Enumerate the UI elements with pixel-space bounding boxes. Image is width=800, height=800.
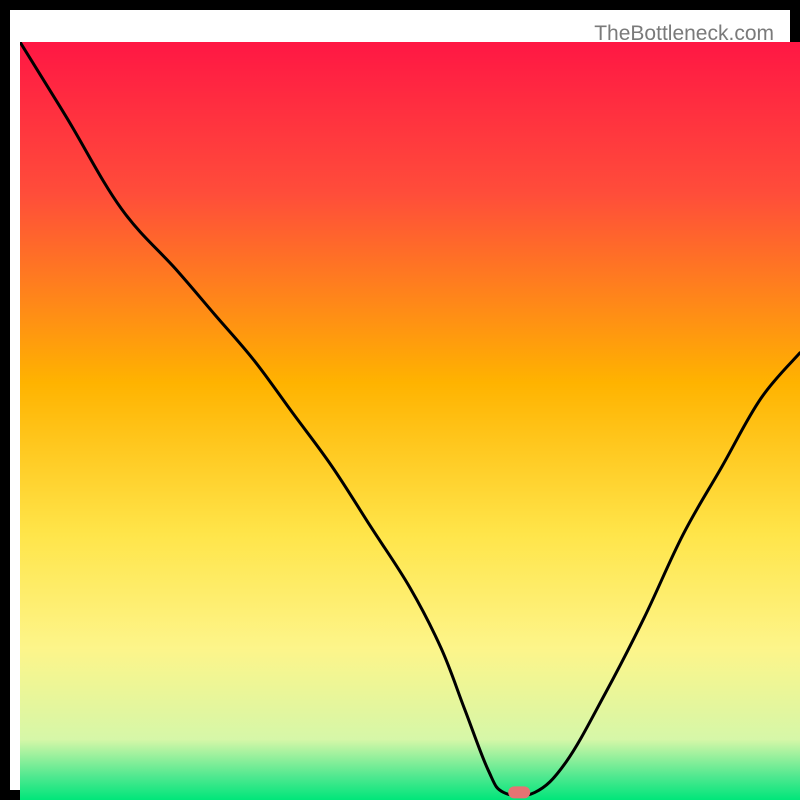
watermark-text: TheBottleneck.com xyxy=(594,22,774,46)
plot-area xyxy=(20,42,800,800)
chart-frame: TheBottleneck.com xyxy=(0,0,800,800)
optimal-marker xyxy=(508,786,530,798)
gradient-background xyxy=(20,42,800,800)
chart-svg xyxy=(20,42,800,800)
